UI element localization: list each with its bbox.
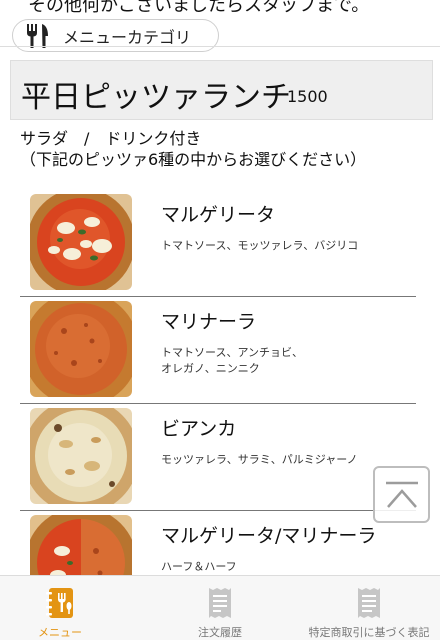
nav-order-history[interactable]: 注文履歴 <box>170 576 270 641</box>
menu-book-icon <box>46 588 73 618</box>
ingredients-line: ハーフ＆ハーフ <box>161 560 237 573</box>
section-note: （下記のピッツァ6種の中からお選びください） <box>20 150 367 169</box>
section-header: 平日ピッツァランチ 1500 <box>10 60 433 120</box>
info-text: その他何かございましたらスタッフまで。 <box>28 0 370 16</box>
scroll-to-top-button[interactable] <box>373 466 430 523</box>
fork-knife-icon <box>27 23 48 48</box>
menu-item-ingredients: モッツァレラ、サラミ、パルミジャーノ <box>161 452 358 468</box>
bottom-navigation: メニュー 注文履歴 特定商取引に基づく表記 <box>0 575 440 640</box>
menu-item-marinara[interactable]: マリナーラ トマトソース、アンチョビ、 オレガノ、ニンニク <box>20 297 416 404</box>
ingredients-line: オレガノ、ニンニク <box>161 362 260 375</box>
nav-legal-notice-label: 特定商取引に基づく表記 <box>308 626 430 639</box>
menu-item-name: ビアンカ <box>161 418 237 440</box>
divider <box>0 46 440 47</box>
menu-item-ingredients: ハーフ＆ハーフ <box>161 559 237 575</box>
menu-item-bianca[interactable]: ビアンカ モッツァレラ、サラミ、パルミジャーノ <box>20 404 416 511</box>
menu-item-name: マルゲリータ <box>161 204 276 226</box>
nav-legal-notice[interactable]: 特定商取引に基づく表記 <box>300 576 438 641</box>
receipt-icon <box>209 588 231 618</box>
pizza-image <box>30 408 132 504</box>
pizza-image <box>30 194 132 290</box>
document-icon <box>358 588 380 618</box>
menu-item-name: マルゲリータ/マリナーラ <box>161 525 377 547</box>
menu-category-label: メニューカテゴリ <box>63 27 192 47</box>
menu-item-margherita[interactable]: マルゲリータ トマトソース、モッツァレラ、バジリコ <box>20 190 416 297</box>
section-title: 平日ピッツァランチ <box>21 80 291 115</box>
arrow-up-to-top-icon <box>385 481 418 508</box>
pizza-image <box>30 301 132 397</box>
nav-order-history-label: 注文履歴 <box>198 626 242 639</box>
nav-menu[interactable]: メニュー <box>14 576 106 641</box>
nav-menu-label: メニュー <box>38 626 82 639</box>
menu-item-name: マリナーラ <box>161 311 257 333</box>
ingredients-line: トマトソース、モッツァレラ、バジリコ <box>161 239 359 252</box>
section-price: 1500 <box>287 87 328 106</box>
menu-item-ingredients: トマトソース、アンチョビ、 オレガノ、ニンニク <box>161 345 303 377</box>
menu-item-ingredients: トマトソース、モッツァレラ、バジリコ <box>161 238 358 254</box>
ingredients-line: トマトソース、アンチョビ、 <box>161 346 304 359</box>
menu-category-button[interactable]: メニューカテゴリ <box>12 19 219 52</box>
ingredients-line: モッツァレラ、サラミ、パルミジャーノ <box>161 453 358 466</box>
